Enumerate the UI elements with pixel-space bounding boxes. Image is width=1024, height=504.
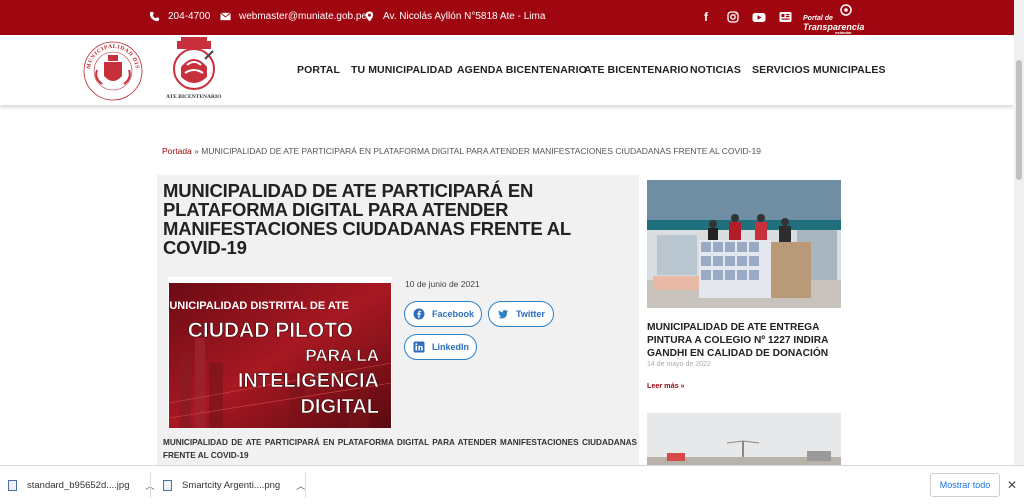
- article-hero-image[interactable]: MUNICIPALIDAD DISTRITAL DE ATE CIUDAD PI…: [169, 283, 391, 428]
- file-icon: [163, 479, 172, 491]
- share-facebook-button[interactable]: Facebook: [404, 301, 482, 327]
- nav-agenda-bicentenario[interactable]: AGENDA BICENTENARIO: [457, 64, 587, 76]
- share-twitter-button[interactable]: Twitter: [488, 301, 554, 327]
- image-line4: INTELIGENCIA: [238, 370, 379, 392]
- phone-icon: [149, 11, 160, 22]
- share-twitter-label: Twitter: [516, 309, 545, 319]
- breadcrumb-current: MUNICIPALIDAD DE ATE PARTICIPARÁ EN PLAT…: [201, 146, 761, 156]
- breadcrumb-separator: »: [194, 146, 199, 156]
- youtube-icon[interactable]: [751, 9, 767, 25]
- download-separator: [150, 472, 151, 498]
- article-date: 10 de junio de 2021: [405, 279, 480, 289]
- phone-number: 204-4700: [168, 11, 211, 22]
- breadcrumb-home-link[interactable]: Portada: [162, 146, 192, 156]
- sidebar-post-title[interactable]: MUNICIPALIDAD DE ATE ENTREGA PINTURA A C…: [647, 321, 843, 360]
- download-item-2[interactable]: Smartcity Argenti....png ︿: [163, 466, 305, 504]
- article-image-frame: MUNICIPALIDAD DISTRITAL DE ATE CIUDAD PI…: [168, 277, 392, 428]
- scrollbar-thumb[interactable]: [1016, 60, 1022, 180]
- share-facebook-label: Facebook: [432, 309, 475, 319]
- sidebar-second-post-image[interactable]: [647, 413, 841, 468]
- nav-noticias[interactable]: NOTICIAS: [690, 64, 741, 76]
- address-text: Av. Nicolás Ayllón N°5818 Ate - Lima: [383, 11, 546, 22]
- linkedin-icon: [413, 341, 425, 353]
- article-summary: MUNICIPALIDAD DE ATE PARTICIPARÁ EN PLAT…: [163, 438, 637, 460]
- transparency-portal-link[interactable]: Portal de Transparencia estándar: [803, 4, 865, 35]
- phone-contact[interactable]: 204-4700: [149, 11, 210, 22]
- file-icon: [8, 479, 17, 491]
- chevron-up-icon[interactable]: ︿: [296, 479, 305, 492]
- download-separator: [305, 472, 306, 498]
- nav-tu-municipalidad[interactable]: TU MUNICIPALIDAD: [351, 64, 453, 76]
- site-header: MUNICIPALIDAD DISTRITAL DE ATE ATE BICEN…: [0, 35, 1014, 105]
- download-item-1-name: standard_b95652d....jpg: [27, 479, 130, 491]
- article-title: MUNICIPALIDAD DE ATE PARTICIPARÁ EN PLAT…: [163, 180, 571, 258]
- breadcrumb: Portada » MUNICIPALIDAD DE ATE PARTICIPA…: [162, 146, 761, 156]
- top-bar: 204-4700 webmaster@muniate.gob.pe Av. Ni…: [0, 0, 1014, 35]
- sidebar-post-date: 14 de mayo de 2022: [647, 361, 711, 368]
- share-linkedin-button[interactable]: LinkedIn: [404, 334, 477, 360]
- image-line2: CIUDAD PILOTO: [188, 319, 353, 342]
- show-all-downloads-button[interactable]: Mostrar todo: [930, 473, 1000, 497]
- flickr-icon[interactable]: [777, 9, 793, 25]
- image-line1: MUNICIPALIDAD DISTRITAL DE ATE: [169, 300, 349, 312]
- sidebar-post-image[interactable]: [647, 180, 841, 308]
- address-contact: Av. Nicolás Ayllón N°5818 Ate - Lima: [364, 11, 545, 22]
- municipal-seal-logo[interactable]: MUNICIPALIDAD DISTRITAL DE ATE: [82, 40, 144, 102]
- facebook-icon[interactable]: f: [698, 9, 714, 25]
- article-card: MUNICIPALIDAD DE ATE PARTICIPARÁ EN PLAT…: [157, 175, 639, 465]
- envelope-icon: [220, 12, 231, 21]
- share-linkedin-label: LinkedIn: [432, 342, 470, 352]
- sidebar-read-more-link[interactable]: Leer más »: [647, 381, 685, 390]
- download-item-2-name: Smartcity Argenti....png: [182, 479, 281, 491]
- facebook-icon: [413, 308, 425, 320]
- nav-servicios-municipales[interactable]: SERVICIOS MUNICIPALES: [752, 64, 886, 76]
- twitter-icon: [498, 310, 508, 319]
- transparency-logo-icon: [840, 4, 852, 16]
- close-icon[interactable]: ✕: [1007, 478, 1017, 492]
- email-contact[interactable]: webmaster@muniate.gob.pe: [220, 11, 367, 22]
- nav-ate-bicentenario[interactable]: ATE BICENTENARIO: [584, 64, 689, 76]
- vertical-scrollbar[interactable]: [1014, 0, 1024, 465]
- transparency-line2: Transparencia: [803, 22, 865, 32]
- download-item-1[interactable]: standard_b95652d....jpg ︿: [8, 466, 155, 504]
- image-line5: DIGITAL: [300, 396, 379, 418]
- image-line3: PARA LA: [305, 346, 379, 365]
- instagram-icon[interactable]: [725, 9, 741, 25]
- download-bar: standard_b95652d....jpg ︿ Smartcity Arge…: [0, 465, 1024, 503]
- email-address: webmaster@muniate.gob.pe: [239, 11, 367, 22]
- nav-portal[interactable]: PORTAL: [297, 64, 340, 76]
- logo-caption: ATE BICENTENARIO: [166, 94, 222, 100]
- map-pin-icon: [365, 11, 374, 22]
